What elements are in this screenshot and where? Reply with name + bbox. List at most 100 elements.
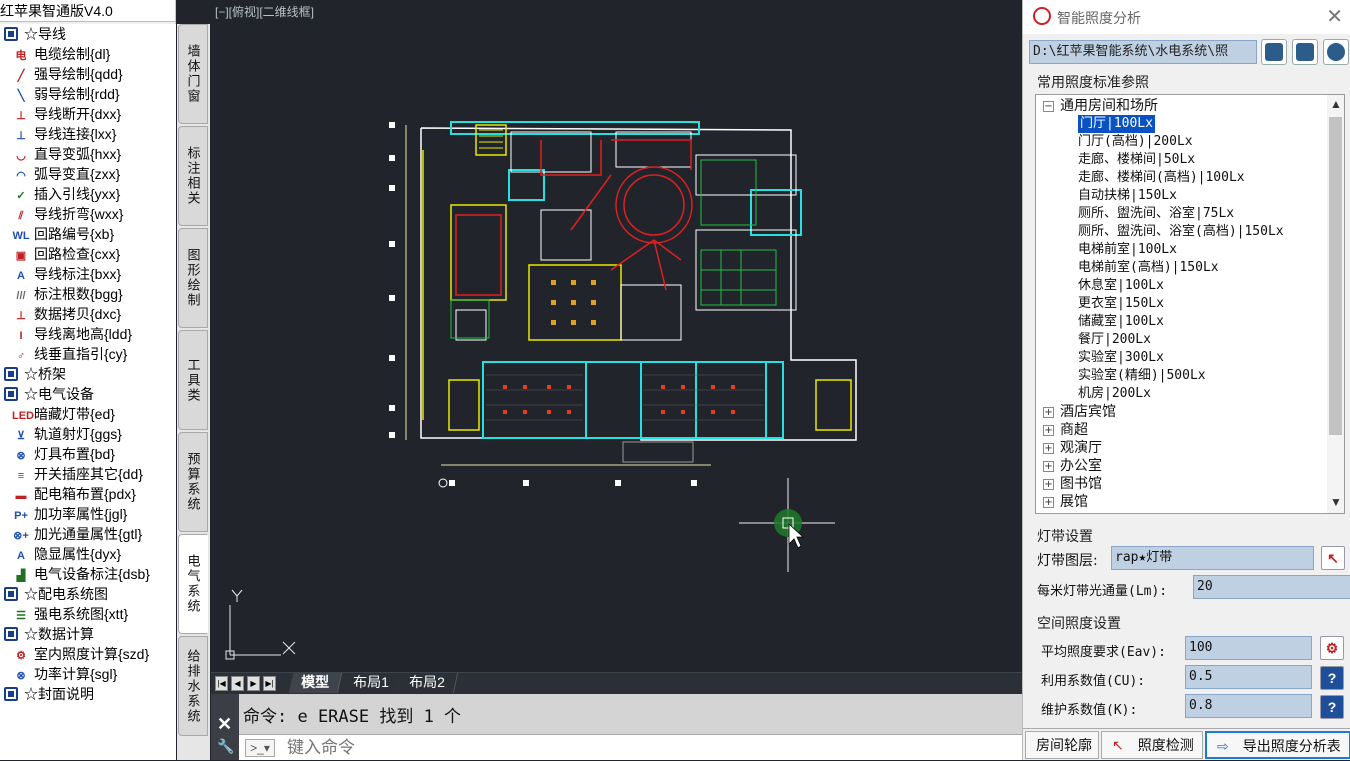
tree-item[interactable]: 走廊、楼梯间|50Lx [1078,151,1195,169]
k-field[interactable]: 0.8 [1185,694,1312,718]
tree-item[interactable]: 门厅|100Lx [1078,115,1155,133]
command-input[interactable] [287,735,787,761]
palette-command[interactable]: ⊗ 功率计算{sgl} [0,664,176,684]
help-icon[interactable]: ? [1320,666,1344,690]
tree-item[interactable]: 储藏室|100Lx [1078,313,1164,331]
vertical-tab[interactable]: 工具类 [178,330,208,430]
palette-command[interactable]: A 导线标注{bxx} [0,264,176,284]
vertical-tab[interactable]: 图形绘制 [178,228,208,328]
save-icon[interactable] [1261,39,1287,65]
expand-icon[interactable]: + [1043,479,1054,490]
prev-tab-button[interactable]: ◀ [231,676,244,691]
next-tab-button[interactable]: ▶ [247,676,260,691]
tree-category[interactable]: 酒店宾馆 [1060,403,1116,421]
tree-item[interactable]: 电梯前室(高档)|150Lx [1078,259,1219,277]
tree-item[interactable]: 机房|200Lx [1078,385,1151,403]
palette-command[interactable]: ≡ 开关插座其它{dd} [0,464,176,484]
palette-command[interactable]: ◡ 直导变弧{hxx} [0,144,176,164]
palette-command[interactable]: P+ 加功率属性{jgl} [0,504,176,524]
palette-category[interactable]: ☆配电系统图 [0,584,176,604]
expand-icon[interactable]: + [1043,461,1054,472]
close-icon[interactable]: ✕ [1326,4,1343,29]
standards-tree[interactable]: − 通用房间和场所 门厅|100Lx 门厅(高档)|200Lx 走廊、楼梯间|50Lx 走… [1035,94,1345,514]
vertical-tab[interactable]: 电气系统 [178,534,208,634]
tree-item[interactable]: 休息室|100Lx [1078,277,1164,295]
export-analysis-button[interactable]: ⇨ 导出照度分析表 [1205,731,1350,759]
illuminance-check-button[interactable]: ↖ 照度检测 [1101,731,1203,759]
tree-item[interactable]: 实验室(精细)|500Lx [1078,367,1206,385]
tree-item[interactable]: 走廊、楼梯间(高档)|100Lx [1078,169,1245,187]
tree-category[interactable]: 展馆 [1060,493,1088,511]
tree-category[interactable]: 通用房间和场所 [1060,97,1158,115]
palette-category[interactable]: ☆电气设备 [0,384,176,404]
palette-command[interactable]: ⫽ 导线折弯{wxx} [0,204,176,224]
close-icon[interactable]: ✕ [217,714,232,735]
palette-command[interactable]: WL 回路编号{xb} [0,224,176,244]
scroll-thumb[interactable] [1329,117,1342,435]
palette-command[interactable]: ╲ 弱导绘制{rdd} [0,84,176,104]
palette-command[interactable]: ⊥ 导线断开{dxx} [0,104,176,124]
scroll-up-icon[interactable]: ▲ [1330,97,1342,111]
tab-layout1[interactable]: 布局1 [340,673,402,693]
palette-category[interactable]: ☆封面说明 [0,684,176,704]
tree-item[interactable]: 电梯前室|100Lx [1078,241,1177,259]
tree-item[interactable]: 门厅(高档)|200Lx [1078,133,1193,151]
palette-command[interactable]: ⊗ 灯具布置{bd} [0,444,176,464]
palette-command[interactable]: ⊥ 导线连接{lxx} [0,124,176,144]
palette-command[interactable]: ⚙ 室内照度计算{szd} [0,644,176,664]
strip-layer-field[interactable]: rap★灯带 [1111,546,1314,570]
drawing-canvas[interactable]: [−][俯视][二维线框] [211,0,1022,672]
tree-item[interactable]: 厕所、盥洗间、浴室(高档)|150Lx [1078,223,1284,241]
palette-command[interactable]: ▟ 电气设备标注{dsb} [0,564,176,584]
eav-field[interactable]: 100 [1185,636,1312,660]
help-icon[interactable]: ? [1320,695,1344,719]
expand-icon[interactable]: + [1043,497,1054,508]
collapse-icon[interactable]: − [1043,101,1054,112]
refresh-icon[interactable] [1323,39,1349,65]
pick-layer-icon[interactable]: ↖ [1321,546,1345,570]
tree-item[interactable]: 自动扶梯|150Lx [1078,187,1177,205]
palette-command[interactable]: I 导线离地高{ldd} [0,324,176,344]
palette-command[interactable]: ▣ 回路检查{cxx} [0,244,176,264]
tree-item[interactable]: 厕所、盥洗间、浴室|75Lx [1078,205,1234,223]
vertical-tab[interactable]: 墙体门窗 [178,24,208,124]
palette-command[interactable]: ▬ 配电箱布置{pdx} [0,484,176,504]
path-field[interactable]: D:\红苹果智能系统\水电系统\照 [1029,40,1257,64]
first-tab-button[interactable]: |◀ [215,676,228,691]
strip-flux-field[interactable]: 20 [1193,575,1350,599]
vertical-tab[interactable]: 给排水系统 [178,636,208,736]
tree-category[interactable]: 观演厅 [1060,439,1102,457]
expand-icon[interactable]: + [1043,425,1054,436]
palette-command[interactable]: ✓ 插入引线{yxx} [0,184,176,204]
tree-scrollbar[interactable]: ▲ ▼ [1327,95,1344,513]
tree-item[interactable]: 更衣室|150Lx [1078,295,1164,313]
tree-category[interactable]: 办公室 [1060,457,1102,475]
gear-icon[interactable]: ⚙ [1320,636,1344,660]
tree-category[interactable]: 商超 [1060,421,1088,439]
tab-model[interactable]: 模型 [288,673,343,693]
expand-icon[interactable]: + [1043,407,1054,418]
palette-category[interactable]: ☆数据计算 [0,624,176,644]
tree-item[interactable]: 餐厅|200Lx [1078,331,1151,349]
vertical-tab[interactable]: 预算系统 [178,432,208,532]
palette-command[interactable]: 电电缆绘制{dl} [0,44,176,64]
palette-command[interactable]: ☰ 强电系统图{xtt} [0,604,176,624]
palette-command[interactable]: ◠ 弧导变直{zxx} [0,164,176,184]
palette-category[interactable]: ☆导线 [0,24,176,44]
palette-command[interactable]: ⊻ 轨道射灯{ggs} [0,424,176,444]
palette-command[interactable]: ⊗+ 加光通量属性{gtl} [0,524,176,544]
tree-item[interactable]: 实验室|300Lx [1078,349,1164,367]
expand-icon[interactable]: + [1043,443,1054,454]
palette-command[interactable]: /// 标注根数{bgg} [0,284,176,304]
palette-command[interactable]: A 隐显属性{dyx} [0,544,176,564]
vertical-tab[interactable]: 标注相关 [178,126,208,226]
palette-category[interactable]: ☆桥架 [0,364,176,384]
palette-command[interactable]: LED暗藏灯带{ed} [0,404,176,424]
wrench-icon[interactable]: 🔧 [217,738,234,755]
cu-field[interactable]: 0.5 [1185,665,1312,689]
scroll-down-icon[interactable]: ▼ [1330,495,1342,509]
edit-icon[interactable] [1292,39,1318,65]
last-tab-button[interactable]: ▶| [263,676,276,691]
command-prompt-icon[interactable]: >_▾ [245,739,275,757]
tree-category[interactable]: 图书馆 [1060,475,1102,493]
